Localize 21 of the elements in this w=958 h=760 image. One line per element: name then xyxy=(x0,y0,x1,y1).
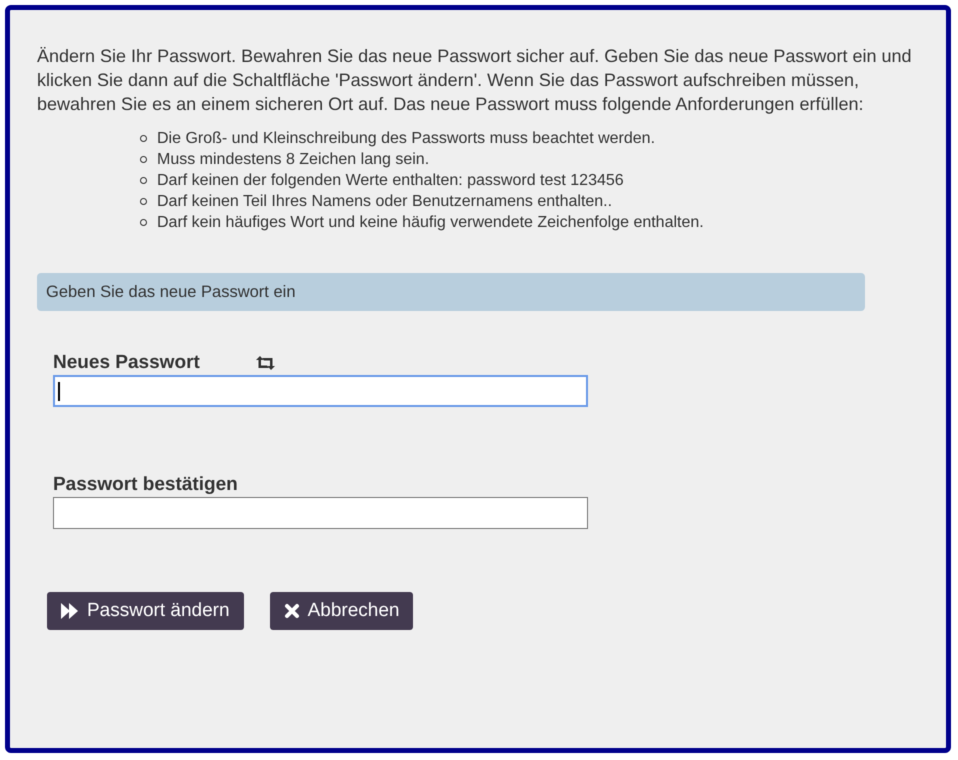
field-label: Neues Passwort xyxy=(53,352,200,374)
close-icon xyxy=(284,603,300,619)
bullet-icon xyxy=(140,177,147,184)
section-header: Geben Sie das neue Passwort ein xyxy=(37,273,865,311)
refresh-icon[interactable] xyxy=(256,356,275,370)
instructions-text: Ändern Sie Ihr Passwort. Bewahren Sie das neue Passwort sicher auf. Geben Sie das neue Passwort ein und klicken Sie dann auf die Schaltfläche 'Passwort ändern'. Wenn Sie das Passwort aufschreiben müssen, bewahren Sie es an einem sicheren Ort auf. Das neue Passwort muss folgende Anforderungen erfüllen: xyxy=(37,45,912,116)
password-field[interactable] xyxy=(53,375,588,407)
bullet-icon xyxy=(140,198,147,205)
bullet-icon xyxy=(140,219,147,226)
requirement-text: Muss mindestens 8 Zeichen lang sein. xyxy=(157,150,430,170)
requirement-text: Die Groß- und Kleinschreibung des Passworts muss beachtet werden. xyxy=(157,129,656,149)
requirement-text: Darf keinen Teil Ihres Namens oder Benutzernamens enthalten.. xyxy=(157,192,612,212)
fast-forward-icon xyxy=(61,603,79,619)
bullet-icon xyxy=(140,135,147,142)
action-button[interactable]: Abbrechen xyxy=(270,592,414,630)
field-label: Passwort bestätigen xyxy=(53,474,238,496)
password-field[interactable] xyxy=(53,497,588,529)
action-button[interactable]: Passwort ändern xyxy=(47,592,244,630)
bullet-icon xyxy=(140,156,147,163)
requirement-text: Darf keinen der folgenden Werte enthalten: password test 123456 xyxy=(157,171,624,191)
requirement-text: Darf kein häufiges Wort und keine häufig verwendete Zeichenfolge enthalten. xyxy=(157,213,704,233)
